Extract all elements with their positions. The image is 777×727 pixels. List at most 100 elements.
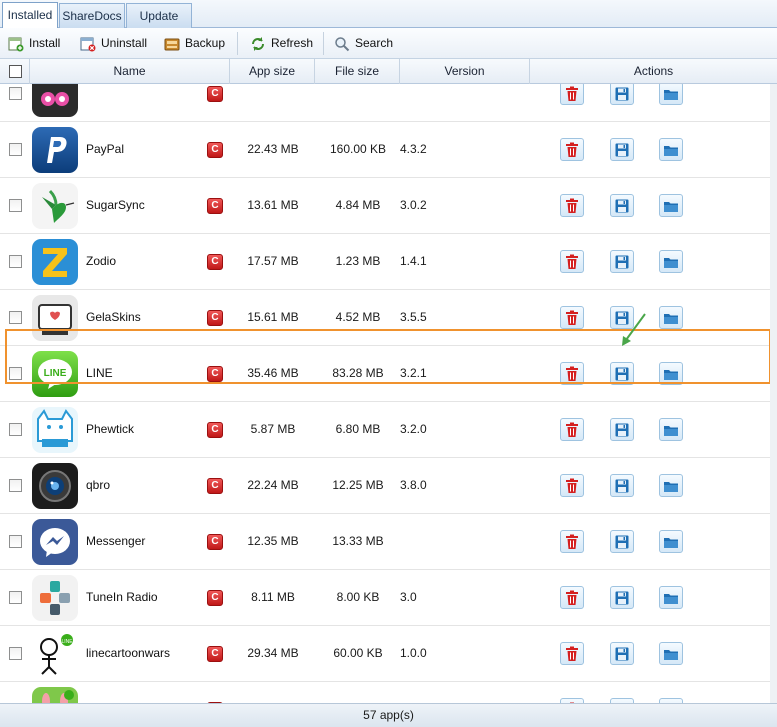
open-folder-button[interactable] bbox=[659, 138, 683, 161]
delete-app-button[interactable] bbox=[560, 586, 584, 609]
backup-app-button[interactable] bbox=[610, 84, 634, 105]
select-all-cell bbox=[0, 59, 30, 84]
backup-app-button[interactable] bbox=[610, 642, 634, 665]
app-row[interactable]: Phewtick C 5.87 MB 6.80 MB 3.2.0 bbox=[0, 402, 777, 458]
refresh-button[interactable]: Refresh bbox=[250, 33, 313, 54]
backup-label: Backup bbox=[185, 36, 226, 50]
certified-badge: C bbox=[207, 590, 223, 606]
partial-app-icon bbox=[32, 84, 78, 117]
certified-badge: C bbox=[207, 198, 223, 214]
backup-app-button[interactable] bbox=[610, 138, 634, 161]
patapoko-icon bbox=[32, 687, 78, 703]
app-row[interactable]: qbro C 22.24 MB 12.25 MB 3.8.0 bbox=[0, 458, 777, 514]
file-size: 4.52 MB bbox=[335, 310, 381, 324]
backup-app-button[interactable] bbox=[610, 474, 634, 497]
row-checkbox[interactable] bbox=[9, 143, 22, 156]
column-name[interactable]: Name bbox=[30, 59, 230, 84]
app-row[interactable]: PATAPOKOC103.41 MB108.00 KB1.0.0 bbox=[0, 682, 777, 703]
select-all-checkbox[interactable] bbox=[9, 65, 22, 78]
backup-app-button[interactable] bbox=[610, 306, 634, 329]
app-version: 3.0.2 bbox=[400, 198, 427, 212]
open-folder-button[interactable] bbox=[659, 586, 683, 609]
app-row[interactable]: TuneIn Radio C 8.11 MB 8.00 KB 3.0 bbox=[0, 570, 777, 626]
app-name: PayPal bbox=[86, 142, 125, 156]
app-row[interactable]: LINE linecartoonwars C 29.34 MB 60.00 KB 1.0.… bbox=[0, 626, 777, 682]
line-icon: LINE bbox=[32, 351, 78, 397]
delete-app-button[interactable] bbox=[560, 642, 584, 665]
phewtick-cat-icon bbox=[32, 407, 78, 453]
app-name: Messenger bbox=[86, 534, 146, 548]
backup-app-button[interactable] bbox=[610, 362, 634, 385]
gelaskins-icon bbox=[32, 295, 78, 341]
delete-app-button[interactable] bbox=[560, 306, 584, 329]
tab-installed[interactable]: Installed bbox=[2, 2, 58, 28]
open-folder-button[interactable] bbox=[659, 474, 683, 497]
open-folder-button[interactable] bbox=[659, 530, 683, 553]
row-checkbox[interactable] bbox=[9, 255, 22, 268]
row-checkbox[interactable] bbox=[9, 87, 22, 100]
app-size: 8.11 MB bbox=[251, 590, 295, 604]
row-checkbox[interactable] bbox=[9, 591, 22, 604]
open-folder-button[interactable] bbox=[659, 362, 683, 385]
app-row[interactable]: PayPal C 22.43 MB 160.00 KB 4.3.2 bbox=[0, 122, 777, 178]
app-size: 17.57 MB bbox=[247, 254, 299, 268]
delete-app-button[interactable] bbox=[560, 362, 584, 385]
row-checkbox[interactable] bbox=[9, 311, 22, 324]
certified-badge: C bbox=[207, 366, 223, 382]
backup-app-button[interactable] bbox=[610, 530, 634, 553]
backup-app-button[interactable] bbox=[610, 418, 634, 441]
cartoon-wars-icon: LINE bbox=[32, 631, 78, 677]
search-button[interactable]: Search bbox=[334, 33, 393, 54]
tab-update[interactable]: Update bbox=[126, 3, 192, 29]
uninstall-label: Uninstall bbox=[101, 36, 148, 50]
vertical-scrollbar[interactable] bbox=[770, 84, 777, 703]
row-checkbox[interactable] bbox=[9, 647, 22, 660]
delete-app-button[interactable] bbox=[560, 250, 584, 273]
open-folder-button[interactable] bbox=[659, 250, 683, 273]
row-checkbox[interactable] bbox=[9, 199, 22, 212]
delete-app-button[interactable] bbox=[560, 194, 584, 217]
row-checkbox[interactable] bbox=[9, 423, 22, 436]
backup-app-button[interactable] bbox=[610, 586, 634, 609]
delete-app-button[interactable] bbox=[560, 418, 584, 441]
app-size: 13.61 MB bbox=[247, 198, 299, 212]
certified-badge: C bbox=[207, 142, 223, 158]
certified-badge: C bbox=[207, 534, 223, 550]
app-row[interactable]: GelaSkins C 15.61 MB 4.52 MB 3.5.5 bbox=[0, 290, 777, 346]
hummingbird-icon bbox=[32, 183, 78, 229]
column-version[interactable]: Version bbox=[400, 59, 530, 84]
app-row[interactable]: Messenger C 12.35 MB 13.33 MB bbox=[0, 514, 777, 570]
uninstall-button[interactable]: Uninstall bbox=[80, 33, 147, 54]
file-size: 160.00 KB bbox=[329, 142, 387, 156]
open-folder-button[interactable] bbox=[659, 306, 683, 329]
row-checkbox[interactable] bbox=[9, 479, 22, 492]
app-row[interactable]: C bbox=[0, 84, 777, 122]
toolbar-separator bbox=[237, 32, 238, 55]
backup-app-button[interactable] bbox=[610, 250, 634, 273]
column-file-size[interactable]: File size bbox=[315, 59, 400, 84]
open-folder-button[interactable] bbox=[659, 642, 683, 665]
delete-app-button[interactable] bbox=[560, 138, 584, 161]
backup-button[interactable]: Backup bbox=[164, 33, 225, 54]
delete-app-button[interactable] bbox=[560, 84, 584, 105]
tab-sharedocs[interactable]: ShareDocs bbox=[59, 3, 125, 29]
delete-app-button[interactable] bbox=[560, 474, 584, 497]
row-checkbox[interactable] bbox=[9, 535, 22, 548]
app-name: SugarSync bbox=[86, 198, 145, 212]
delete-app-button[interactable] bbox=[560, 530, 584, 553]
open-folder-button[interactable] bbox=[659, 84, 683, 105]
install-button[interactable]: Install bbox=[8, 33, 60, 54]
open-folder-button[interactable] bbox=[659, 194, 683, 217]
app-row[interactable]: LINE LINE C 35.46 MB 83.28 MB 3.2.1 bbox=[0, 346, 777, 402]
open-folder-button[interactable] bbox=[659, 418, 683, 441]
column-app-size[interactable]: App size bbox=[230, 59, 315, 84]
app-size: 35.46 MB bbox=[247, 366, 299, 380]
app-row[interactable]: Zodio C 17.57 MB 1.23 MB 1.4.1 bbox=[0, 234, 777, 290]
app-row[interactable]: SugarSync C 13.61 MB 4.84 MB 3.0.2 bbox=[0, 178, 777, 234]
row-checkbox[interactable] bbox=[9, 367, 22, 380]
backup-app-button[interactable] bbox=[610, 194, 634, 217]
app-version: 3.8.0 bbox=[400, 478, 427, 492]
app-count: 57 app(s) bbox=[363, 708, 414, 722]
install-icon bbox=[8, 36, 24, 52]
svg-text:LINE: LINE bbox=[61, 639, 73, 645]
